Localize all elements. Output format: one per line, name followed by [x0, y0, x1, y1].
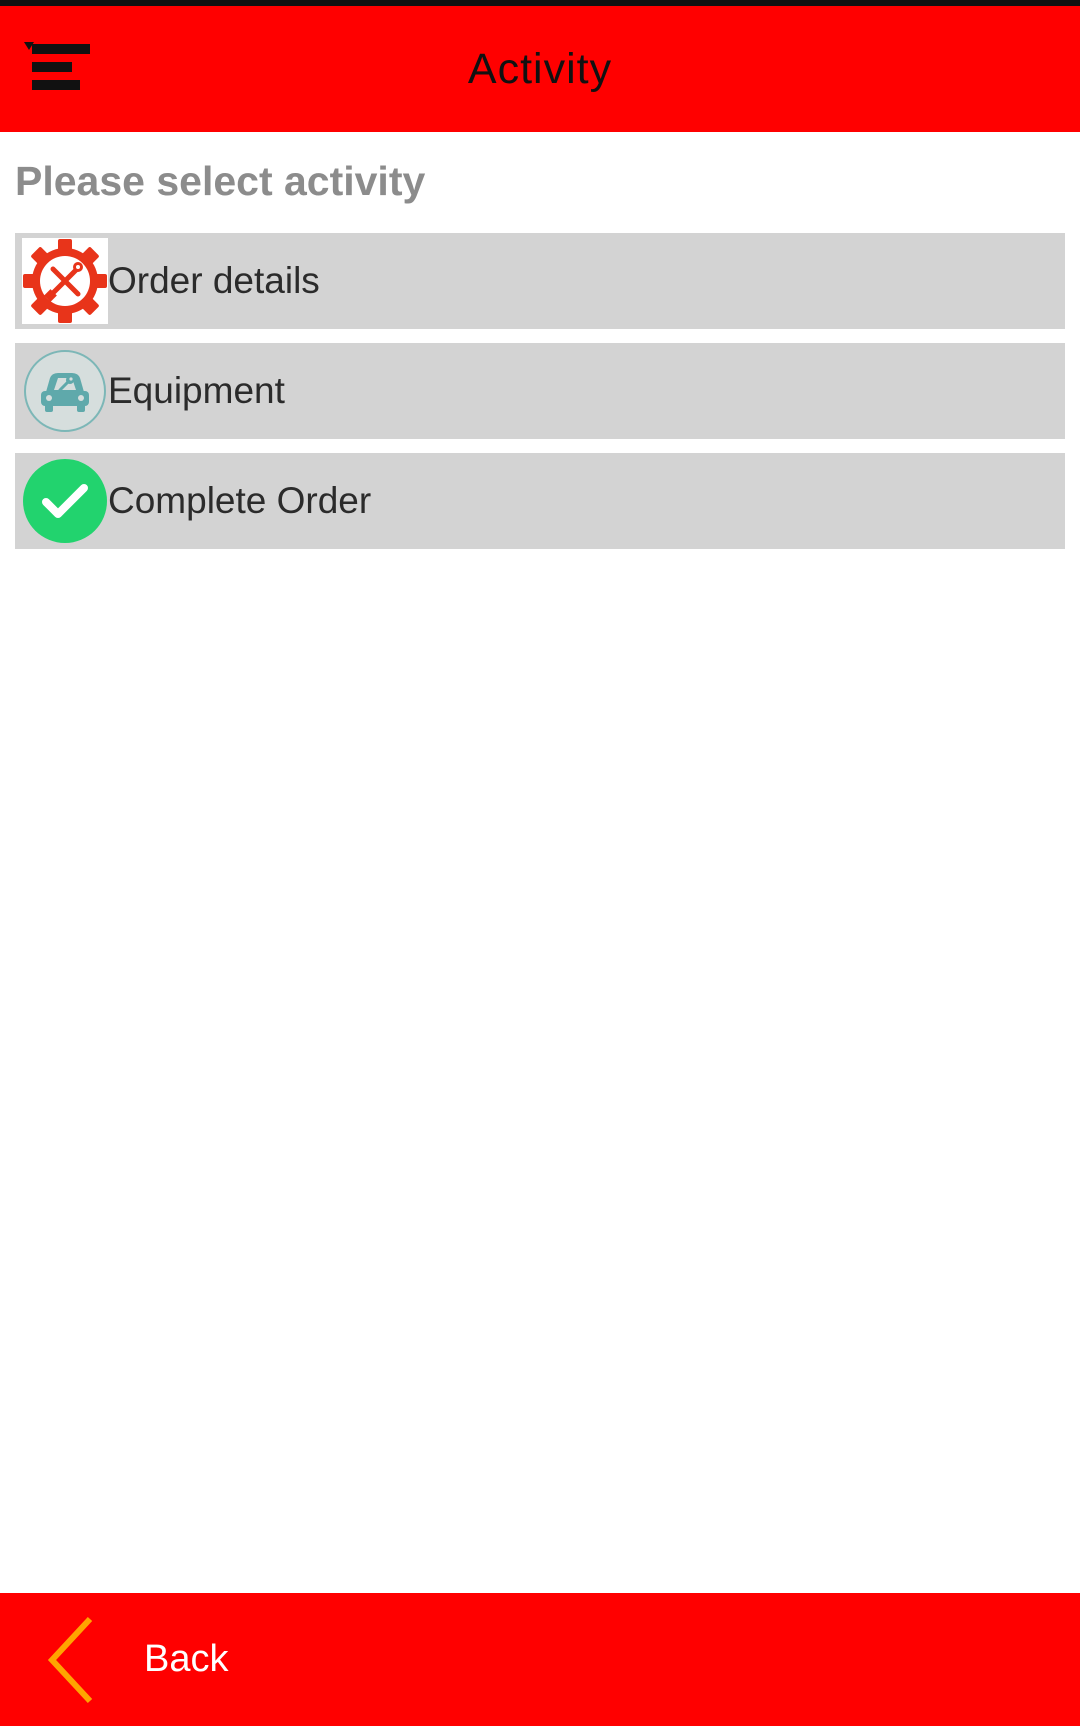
activity-item-equipment[interactable]: Equipment [15, 343, 1065, 439]
footer-bar: Back [0, 1593, 1080, 1726]
menu-icon [24, 42, 90, 90]
activity-item-complete-order[interactable]: Complete Order [15, 453, 1065, 549]
activity-label: Order details [108, 260, 320, 301]
activity-item-order-details[interactable]: Order details [15, 233, 1065, 329]
app-header: Activity [0, 6, 1080, 132]
activity-label: Complete Order [108, 480, 372, 521]
back-button[interactable]: Back [30, 1611, 330, 1707]
page-title: Activity [467, 45, 613, 93]
activity-list: Order details Equipment Complete Order [15, 233, 1065, 563]
check-circle-icon [22, 458, 108, 544]
activity-screen: Activity Please select activity Order de… [0, 0, 1080, 1726]
menu-button[interactable] [18, 34, 108, 104]
back-label: Back [144, 1638, 229, 1680]
gear-tools-icon [22, 238, 108, 324]
chevron-left-icon [44, 1615, 104, 1705]
car-wrench-icon [22, 348, 108, 434]
activity-label: Equipment [108, 370, 285, 411]
select-activity-prompt: Please select activity [15, 158, 426, 204]
